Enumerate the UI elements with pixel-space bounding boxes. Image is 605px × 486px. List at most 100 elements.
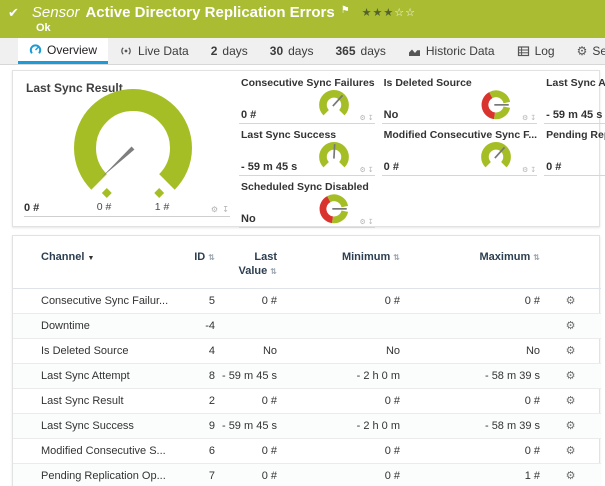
- overview-gauge-icon: [29, 44, 42, 54]
- gauge-cell-pending-replication-operations: Pending Replication Operatio... 0 # ⚙ ↧: [544, 124, 605, 176]
- scale-max-marker: [154, 188, 165, 198]
- cell-channel[interactable]: Last Sync Attempt: [13, 363, 181, 389]
- column-label: ID: [194, 251, 206, 263]
- cell-minimum: [277, 313, 400, 339]
- stars-filled[interactable]: ★★★: [362, 7, 395, 19]
- gauge-action-icons[interactable]: ⚙ ↧: [522, 114, 536, 122]
- table-row[interactable]: Is Deleted Source 4 No No No ⚙: [13, 338, 601, 364]
- column-header-id[interactable]: ID ⇅: [181, 236, 215, 289]
- column-label: Channel: [41, 251, 85, 263]
- cell-id: 7: [181, 463, 215, 486]
- column-header-channel[interactable]: Channel ▼: [13, 236, 181, 289]
- gear-icon[interactable]: ⚙: [211, 205, 219, 214]
- column-header-minimum[interactable]: Minimum ⇅: [277, 236, 400, 289]
- table-row[interactable]: Modified Consecutive S... 6 0 # 0 # 0 # …: [13, 438, 601, 464]
- download-icon[interactable]: ↧: [368, 115, 374, 122]
- gear-icon[interactable]: ⚙: [522, 115, 528, 122]
- table-row[interactable]: Consecutive Sync Failur... 5 0 # 0 # 0 #…: [13, 288, 601, 314]
- gauge-title: Scheduled Sync Disabled: [241, 181, 369, 193]
- cell-last-value: [215, 313, 277, 339]
- gauge-value: 0 #: [383, 161, 399, 173]
- tab-label: Historic Data: [425, 44, 495, 58]
- cell-maximum: 0 #: [400, 288, 540, 314]
- flag-icon[interactable]: ⚑: [341, 5, 350, 16]
- channels-table-panel: Channel ▼ ID ⇅ Last Value ⇅ Minimum ⇅ Max…: [12, 235, 601, 486]
- gauge-title: Last Sync Attempt: [546, 77, 605, 89]
- cell-channel[interactable]: Last Sync Result: [13, 388, 181, 414]
- table-row[interactable]: Pending Replication Op... 7 0 # 0 # 1 # …: [13, 463, 601, 486]
- gear-icon[interactable]: ⚙: [360, 115, 366, 122]
- cell-channel[interactable]: Modified Consecutive S...: [13, 438, 181, 464]
- stars-empty[interactable]: ☆☆: [394, 7, 416, 19]
- sort-icon[interactable]: ⇅: [393, 253, 400, 262]
- table-row[interactable]: Last Sync Success 9 - 59 m 45 s - 2 h 0 …: [13, 413, 601, 439]
- table-row[interactable]: Last Sync Attempt 8 - 59 m 45 s - 2 h 0 …: [13, 363, 601, 389]
- status-badge: Ok: [36, 22, 51, 34]
- channel-settings-icon[interactable]: ⚙: [566, 345, 576, 357]
- tab-overview[interactable]: Overview: [18, 38, 109, 64]
- column-label: Minimum: [341, 251, 391, 263]
- cell-channel[interactable]: Pending Replication Op...: [13, 463, 181, 486]
- channel-settings-icon[interactable]: ⚙: [566, 445, 576, 457]
- small-bool-gauge: [319, 194, 348, 224]
- gear-icon[interactable]: ⚙: [360, 219, 366, 226]
- sort-icon[interactable]: ⇅: [270, 267, 277, 276]
- channel-settings-icon[interactable]: ⚙: [566, 370, 576, 382]
- download-icon[interactable]: ↧: [368, 167, 374, 174]
- small-gauge: [481, 142, 511, 168]
- gauge-action-icons[interactable]: ⚙ ↧: [360, 218, 374, 226]
- channel-settings-icon[interactable]: ⚙: [566, 295, 576, 307]
- sort-icon[interactable]: ⇅: [208, 253, 215, 262]
- tab-settings[interactable]: ⚙ Settings: [566, 38, 605, 64]
- tab-live-data[interactable]: Live Data: [108, 38, 200, 64]
- main-gauge-value: 0 #: [24, 202, 40, 214]
- channel-settings-icon[interactable]: ⚙: [566, 320, 576, 332]
- tab-30-days[interactable]: 30 days: [259, 38, 325, 64]
- channel-settings-icon[interactable]: ⚙: [566, 395, 576, 407]
- cell-id: -4: [181, 313, 215, 339]
- small-gauge: [318, 90, 349, 116]
- cell-channel[interactable]: Is Deleted Source: [13, 338, 181, 364]
- log-table-icon: [517, 46, 529, 57]
- sort-icon[interactable]: ⇅: [533, 253, 540, 262]
- sort-desc-icon[interactable]: ▼: [87, 255, 94, 262]
- tab-label: days: [222, 44, 248, 58]
- cell-channel[interactable]: Consecutive Sync Failur...: [13, 288, 181, 314]
- gear-icon[interactable]: ⚙: [522, 167, 528, 174]
- channel-settings-icon[interactable]: ⚙: [566, 420, 576, 432]
- table-row[interactable]: Last Sync Result 2 0 # 0 # 0 # ⚙: [13, 388, 601, 414]
- tab-label: Log: [534, 44, 555, 58]
- gauge-title: Last Sync Success: [241, 129, 337, 141]
- priority-stars[interactable]: ★★★☆☆: [362, 6, 416, 19]
- gauge-needle: [332, 144, 336, 159]
- column-header-last-value[interactable]: Last Value ⇅: [215, 236, 277, 289]
- channel-settings-icon[interactable]: ⚙: [566, 470, 576, 482]
- tab-2-days[interactable]: 2 days: [200, 38, 259, 64]
- cell-id: 6: [181, 438, 215, 464]
- gear-icon[interactable]: ⚙: [360, 167, 366, 174]
- object-kind-label: Sensor: [31, 4, 80, 21]
- cell-channel[interactable]: Downtime: [13, 313, 181, 339]
- table-header-row: Channel ▼ ID ⇅ Last Value ⇅ Minimum ⇅ Max…: [13, 236, 601, 289]
- column-header-maximum[interactable]: Maximum ⇅: [400, 236, 540, 289]
- gauge-action-icons[interactable]: ⚙ ↧: [522, 166, 536, 174]
- download-icon[interactable]: ↧: [368, 219, 374, 226]
- tab-365-days[interactable]: 365 days: [324, 38, 396, 64]
- table-row[interactable]: Downtime -4 ⚙: [13, 313, 601, 339]
- column-label: Maximum: [479, 251, 531, 263]
- cell-id: 2: [181, 388, 215, 414]
- cell-channel[interactable]: Last Sync Success: [13, 413, 181, 439]
- download-icon[interactable]: ↧: [530, 167, 536, 174]
- download-icon[interactable]: ↧: [530, 115, 536, 122]
- download-icon[interactable]: ↧: [222, 205, 230, 214]
- gauge-action-icons[interactable]: ⚙ ↧: [360, 114, 374, 122]
- cell-maximum: 0 #: [400, 388, 540, 414]
- cell-last-value: 0 #: [215, 288, 277, 314]
- gauge-action-icons[interactable]: ⚙ ↧: [360, 166, 374, 174]
- tab-historic-data[interactable]: Historic Data: [397, 38, 506, 64]
- tab-log[interactable]: Log: [506, 38, 566, 64]
- scale-min-marker: [101, 188, 112, 198]
- main-gauge-cell: Last Sync Result 0 # 1 # 0 # ⚙ ↧: [13, 71, 237, 226]
- cell-id: 5: [181, 288, 215, 314]
- gauge-action-icons[interactable]: ⚙ ↧: [211, 205, 230, 214]
